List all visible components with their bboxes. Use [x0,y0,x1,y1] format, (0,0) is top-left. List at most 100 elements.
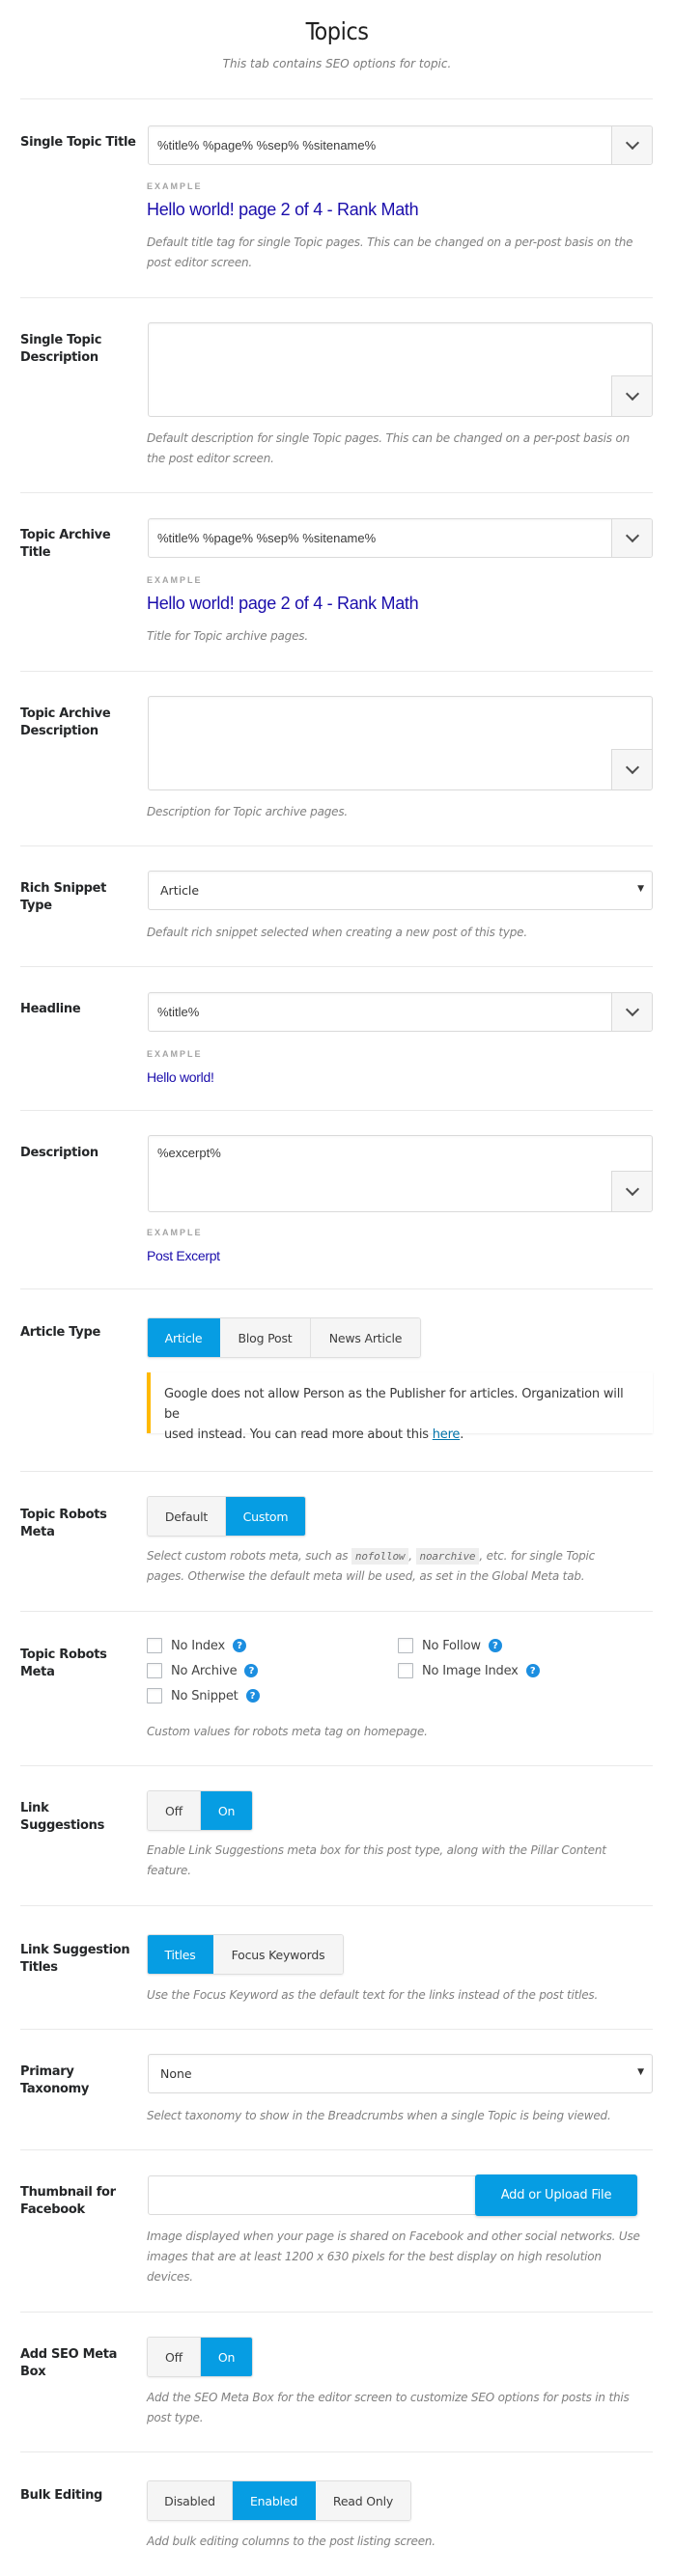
help-text: Default title tag for single Topic pages… [147,233,654,273]
add-seo-meta-box-label: Add SEO Meta Box [20,2347,118,2379]
variables-dropdown-button[interactable] [611,749,652,789]
help-icon[interactable]: ? [244,1664,259,1677]
single-topic-description-textarea[interactable] [148,322,653,417]
example-preview: Hello world! page 2 of 4 - Rank Math [147,200,419,219]
help-text: Select taxonomy to show in the Breadcrum… [147,2109,611,2122]
help-icon[interactable]: ? [233,1639,246,1652]
headline-input[interactable]: %title% [148,992,653,1032]
help-icon[interactable]: ? [245,1689,260,1703]
help-segment: , [408,1549,416,1563]
article-type-option-news-article[interactable]: News Article [311,1318,420,1357]
variables-dropdown-button[interactable] [611,519,652,557]
divider [20,966,653,967]
help-text: Default rich snippet selected when creat… [147,926,527,939]
selected-value: Article [160,883,200,898]
help-line: devices. [147,2270,193,2284]
help-line: Default description for single Topic pag… [147,431,631,445]
variables-dropdown-button[interactable] [611,126,652,164]
read-more-link[interactable]: here [433,1427,461,1442]
description-textarea[interactable]: %excerpt% [148,1135,653,1212]
description-label: Description [20,1146,98,1160]
divider [20,1110,653,1111]
publisher-notice: Google does not allow Person as the Publ… [147,1372,653,1442]
bulk-editing-read-only[interactable]: Read Only [316,2481,410,2520]
article-type-option-article[interactable]: Article [148,1318,220,1357]
link-suggestions-off[interactable]: Off [148,1791,201,1830]
bulk-editing-label: Bulk Editing [20,2488,103,2503]
checkbox-no-index[interactable]: No Index ? [147,1638,246,1653]
article-type-toggle: Article Blog Post News Article [147,1317,421,1358]
variables-dropdown-button[interactable] [611,993,652,1031]
checkbox[interactable] [398,1638,413,1653]
notice-line: used instead. You can read more about th… [164,1425,639,1445]
checkbox-label: No Archive [171,1663,238,1678]
chevron-down-icon [625,528,639,543]
seo-meta-box-on[interactable]: On [201,2338,252,2376]
help-text: Custom values for robots meta tag on hom… [147,1725,428,1738]
headline-label: Headline [20,1002,81,1016]
thumbnail-facebook-label: Thumbnail for Facebook [20,2185,116,2217]
checkbox-no-archive[interactable]: No Archive ? [147,1663,259,1678]
topic-archive-description-textarea[interactable] [148,696,653,790]
robots-meta-option-default[interactable]: Default [148,1497,226,1536]
bulk-editing-disabled[interactable]: Disabled [148,2481,233,2520]
caret-down-icon: ▼ [637,2067,644,2077]
help-text: Select custom robots meta, such as nofol… [147,1546,654,1587]
primary-taxonomy-select[interactable]: None ▼ [148,2054,653,2093]
link-titles-option-focus-keywords[interactable]: Focus Keywords [213,1935,343,1974]
link-suggestions-on[interactable]: On [201,1791,252,1830]
checkbox-label: No Snippet [171,1688,239,1703]
divider [20,1611,653,1612]
add-or-upload-file-button[interactable]: Add or Upload File [475,2174,637,2216]
single-topic-title-label: Single Topic Title [20,135,136,150]
page-title: Topics [305,17,369,45]
single-topic-title-value: %title% %page% %sep% %sitename% [157,138,377,152]
help-text: Image displayed when your page is shared… [147,2227,654,2287]
topic-robots-meta-label: Topic Robots Meta [20,1508,107,1539]
rich-snippet-type-select[interactable]: Article ▼ [148,871,653,910]
help-text: Default description for single Topic pag… [147,429,654,469]
checkbox-no-snippet[interactable]: No Snippet ? [147,1688,260,1703]
input-value: %title% %page% %sep% %sitename% [157,531,377,545]
checkbox[interactable] [147,1688,162,1703]
chevron-down-icon [625,1181,639,1197]
example-preview: Hello world! page 2 of 4 - Rank Math [147,594,419,613]
help-text: Description for Topic archive pages. [147,805,348,818]
checkbox-label: No Index [171,1638,225,1653]
help-icon[interactable]: ? [488,1639,502,1652]
topic-archive-title-input[interactable]: %title% %page% %sep% %sitename% [148,518,653,558]
page-subtitle: This tab contains SEO options for topic. [222,57,452,70]
divider [20,671,653,672]
divider [20,2312,653,2313]
input-value: %title% [157,1005,200,1019]
seo-meta-box-off[interactable]: Off [148,2338,201,2376]
help-text: Title for Topic archive pages. [147,629,308,643]
chevron-down-icon [625,386,639,402]
checkbox[interactable] [398,1663,413,1678]
help-icon[interactable]: ? [525,1664,540,1677]
rich-snippet-type-label: Rich Snippet Type [20,881,107,913]
single-topic-title-input[interactable]: %title% %page% %sep% %sitename% [148,125,653,165]
link-titles-option-titles[interactable]: Titles [148,1935,213,1974]
divider [20,98,653,99]
checkbox-no-follow[interactable]: No Follow ? [398,1638,502,1653]
article-type-label: Article Type [20,1325,100,1340]
link-suggestions-label: Link Suggestions [20,1801,105,1833]
article-type-option-blog-post[interactable]: Blog Post [220,1318,311,1357]
checkbox[interactable] [147,1638,162,1653]
checkbox-no-image-index[interactable]: No Image Index ? [398,1663,540,1678]
help-line: the post editor screen. [147,452,274,465]
checkbox[interactable] [147,1663,162,1678]
bulk-editing-enabled[interactable]: Enabled [233,2481,316,2520]
divider [20,2029,653,2030]
variables-dropdown-button[interactable] [611,375,652,416]
example-label: EXAMPLE [147,181,203,191]
variables-dropdown-button[interactable] [611,1171,652,1211]
robots-meta-option-custom[interactable]: Custom [226,1497,305,1536]
chevron-down-icon [625,760,639,775]
divider [20,1905,653,1906]
divider [20,1471,653,1472]
help-text: Add the SEO Meta Box for the editor scre… [147,2388,654,2428]
caret-down-icon: ▼ [637,884,644,894]
divider [20,2149,653,2150]
